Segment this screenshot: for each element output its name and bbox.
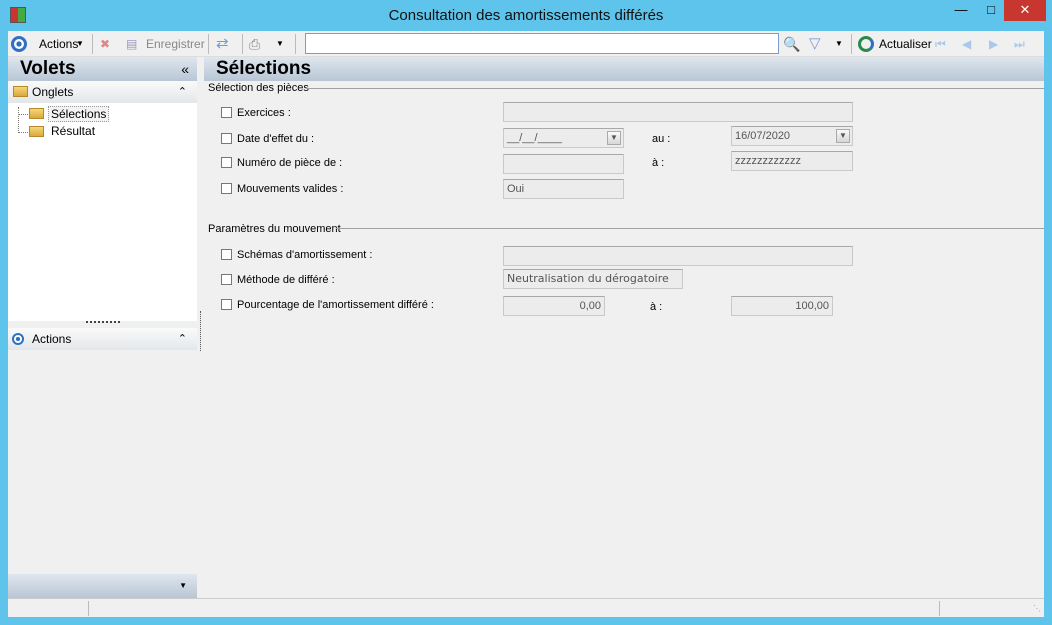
date-from-value: __/__/____ — [507, 132, 563, 144]
close-button[interactable]: ✕ — [1004, 0, 1046, 21]
refresh-button[interactable]: Actualiser — [879, 35, 932, 53]
pct-to-field[interactable]: 100,00 — [731, 296, 833, 316]
save-button[interactable]: Enregistrer — [146, 35, 205, 53]
folder-icon — [29, 126, 44, 137]
side-panel: Volets « Onglets ⌃ Sélections Résultat Ac… — [8, 57, 197, 598]
actions-section-header[interactable]: Actions ⌃ — [8, 328, 197, 350]
status-divider — [939, 601, 940, 616]
pct-checkbox[interactable] — [221, 299, 232, 310]
pct-label: Pourcentage de l'amortissement différé : — [237, 299, 434, 311]
content-area: Volets « Onglets ⌃ Sélections Résultat Ac… — [8, 57, 1044, 598]
previous-record-icon[interactable]: ◀ — [962, 35, 971, 53]
window-title: Consultation des amortissements différés — [388, 7, 664, 24]
actions-menu[interactable]: Actions — [39, 35, 78, 53]
print-icon[interactable]: ⎙ — [249, 35, 260, 53]
piece-checkbox[interactable] — [221, 157, 232, 168]
exercices-label: Exercices : — [237, 107, 291, 119]
exercices-field[interactable] — [503, 102, 853, 122]
search-input[interactable] — [305, 33, 779, 54]
date-checkbox[interactable] — [221, 133, 232, 144]
status-divider — [88, 601, 89, 616]
save-icon: ▤ — [126, 37, 138, 51]
pct-to-label: à : — [650, 301, 663, 313]
filter-icon[interactable]: ▽ — [809, 35, 821, 53]
date-to-value: 16/07/2020 — [735, 130, 791, 142]
date-to-field[interactable]: 16/07/2020 ▼ — [731, 126, 853, 146]
valides-label: Mouvements valides : — [237, 183, 344, 195]
methode-label: Méthode de différé : — [237, 274, 335, 286]
panel-header: Volets « — [8, 57, 197, 81]
actions-header-label: Actions — [32, 332, 72, 346]
sync-icon[interactable]: ⇄ — [216, 35, 229, 53]
chevron-down-icon: ▼ — [76, 39, 84, 48]
tree-item-resultat[interactable]: Résultat — [51, 124, 95, 138]
divider — [336, 228, 1044, 229]
chevron-down-icon[interactable]: ▼ — [607, 131, 621, 145]
divider — [306, 88, 1044, 89]
piece-to-field[interactable]: zzzzzzzzzzzz — [731, 151, 853, 171]
date-to-label: au : — [652, 133, 671, 145]
tree-item-selections[interactable]: Sélections — [48, 106, 110, 122]
schemas-field[interactable] — [503, 246, 853, 266]
separator — [851, 34, 852, 54]
separator — [242, 34, 243, 54]
separator — [295, 34, 296, 54]
tree-panel: Sélections Résultat — [8, 103, 197, 321]
maximize-button[interactable]: □ — [976, 0, 1006, 21]
chevron-down-icon[interactable]: ▼ — [835, 35, 843, 53]
tabs-header-label: Onglets — [32, 85, 74, 99]
page-title: Sélections — [204, 57, 1044, 81]
chevron-down-icon[interactable]: ▼ — [276, 35, 284, 53]
piece-label: Numéro de pièce de : — [237, 157, 343, 169]
date-from-field[interactable]: __/__/____ ▼ — [503, 128, 624, 148]
open-folder-icon — [29, 108, 44, 119]
valides-field[interactable]: Oui — [503, 179, 624, 199]
panel-footer[interactable]: ▼ — [8, 574, 197, 598]
exercices-checkbox[interactable] — [221, 107, 232, 118]
resize-grip-icon[interactable]: ⋱ — [1033, 604, 1041, 613]
pct-from-field[interactable]: 0,00 — [503, 296, 605, 316]
next-record-icon[interactable]: ▶ — [989, 35, 998, 53]
group-title: Paramètres du mouvement — [208, 223, 341, 235]
tree-line — [18, 114, 28, 115]
valides-checkbox[interactable] — [221, 183, 232, 194]
app-icon — [10, 7, 26, 23]
vertical-splitter[interactable] — [200, 311, 201, 351]
collapse-icon[interactable]: « — [181, 57, 189, 81]
first-record-icon[interactable]: ⏮ — [935, 35, 946, 53]
methode-checkbox[interactable] — [221, 274, 232, 285]
collapse-up-icon[interactable]: ⌃ — [178, 328, 187, 350]
group-title: Sélection des pièces — [208, 82, 309, 94]
piece-to-label: à : — [652, 157, 665, 169]
status-bar: ⋱ — [8, 598, 1044, 617]
date-label: Date d'effet du : — [237, 133, 315, 145]
separator — [208, 34, 209, 54]
refresh-icon[interactable] — [858, 36, 874, 52]
tabs-section-header[interactable]: Onglets ⌃ — [8, 81, 197, 103]
last-record-icon[interactable]: ⏭ — [1014, 35, 1025, 53]
main-panel: Sélections Sélection des pièces Exercice… — [204, 57, 1044, 598]
schemas-checkbox[interactable] — [221, 249, 232, 260]
separator — [92, 34, 93, 54]
splitter-handle[interactable] — [86, 321, 120, 323]
chevron-down-icon[interactable]: ▼ — [836, 129, 850, 143]
piece-from-field[interactable] — [503, 154, 624, 174]
tree-line — [18, 132, 28, 133]
delete-icon[interactable]: ✖ — [100, 35, 110, 53]
search-icon[interactable]: 🔍 — [783, 35, 800, 53]
toolbar: Actions ▼ ✖ ▤ Enregistrer ⇄ ⎙ ▼ 🔍 ▽ ▼ Ac… — [8, 31, 1044, 57]
folder-icon — [13, 86, 28, 97]
schemas-label: Schémas d'amortissement : — [237, 249, 373, 261]
minimize-button[interactable]: — — [946, 0, 976, 21]
panel-title: Volets — [20, 58, 76, 79]
tree-line — [18, 107, 19, 133]
collapse-up-icon[interactable]: ⌃ — [178, 81, 187, 103]
actions-icon — [12, 333, 24, 345]
methode-field[interactable]: Neutralisation du dérogatoire — [503, 269, 683, 289]
actions-icon[interactable] — [11, 36, 27, 52]
